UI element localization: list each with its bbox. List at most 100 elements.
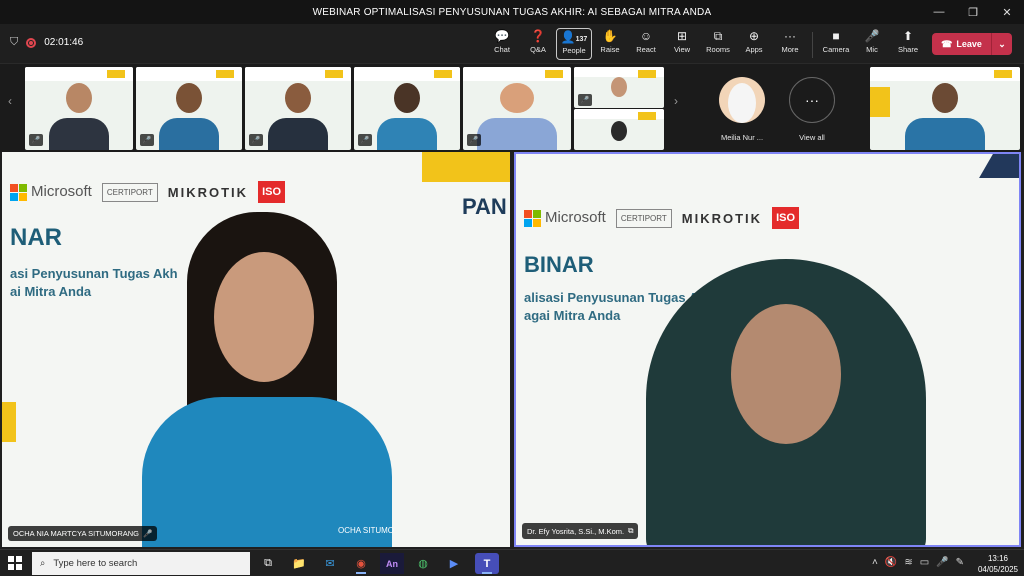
volume-muted-icon[interactable]: 🔇 (885, 557, 897, 568)
slide-banner (574, 67, 664, 78)
participant-body (377, 118, 437, 150)
system-tray: ˄ 🔇 ≋ ▭ 🎤 ✎ (872, 557, 964, 568)
leave-options-caret[interactable]: ⌄ (992, 39, 1012, 50)
chat-button[interactable]: 💬 Chat (484, 28, 520, 60)
minimize-button[interactable]: — (922, 0, 956, 24)
react-button[interactable]: ☺ React (628, 28, 664, 60)
camera-icon: ■ (832, 29, 840, 43)
close-button[interactable]: ✕ (990, 0, 1024, 24)
taskbar-search[interactable]: ⌕ Type here to search (32, 552, 250, 575)
participant-body (159, 118, 219, 150)
view-all-button[interactable]: ··· View all (772, 67, 852, 150)
apps-button[interactable]: ⊕ Apps (736, 28, 772, 60)
qa-icon: ❓ (530, 29, 546, 43)
speaker-name-tag: Dr. Efy Yosrita, S.Si., M.Kom. ⧉ (522, 523, 639, 539)
apps-label: Apps (745, 45, 763, 54)
participant-tile[interactable]: 🎤 (354, 67, 460, 150)
rooms-button[interactable]: ⧉ Rooms (700, 28, 736, 60)
gallery-next-arrow[interactable]: › (674, 94, 678, 108)
participant-avatar-tile[interactable]: Meilia Nur ... (702, 67, 782, 150)
mic-muted-icon: 🎤 (467, 134, 481, 146)
slide-banner (463, 67, 571, 81)
avatar (719, 77, 765, 123)
browser-icon[interactable]: ◍ (411, 553, 435, 574)
mic-muted-icon: 🎤 (140, 134, 154, 146)
meeting-status: ⛉ 02:01:46 (10, 36, 83, 49)
leave-main[interactable]: ☎ Leave (932, 33, 992, 55)
animate-icon[interactable]: An (380, 553, 404, 574)
chevron-up-icon[interactable]: ˄ (872, 557, 878, 568)
participant-tile[interactable]: 🎤 (136, 67, 242, 150)
slide-title: NAR (10, 224, 62, 251)
participant-tile[interactable] (574, 109, 664, 150)
qa-label: Q&A (530, 45, 546, 54)
search-placeholder: Type here to search (53, 558, 138, 569)
gallery-prev-arrow[interactable]: ‹ (8, 94, 12, 108)
slide-decoration (870, 87, 890, 117)
iso-logo: ISO (258, 181, 286, 203)
slide-subtitle-1: asi Penyusunan Tugas Akh (10, 266, 178, 281)
media-app-icon[interactable]: ▶ (442, 553, 466, 574)
mic-tray-icon[interactable]: 🎤 (936, 557, 948, 568)
participant-video (176, 83, 202, 113)
speaker-video-right[interactable]: Microsoft CERTIPORT MIKROTIK ISO BINAR a… (514, 152, 1021, 547)
slide-banner (574, 109, 664, 120)
teams-icon[interactable]: T (475, 553, 499, 574)
mikrotik-logo: MIKROTIK (167, 184, 249, 200)
slide-banner (245, 67, 351, 81)
phone-icon: ☎ (941, 38, 953, 49)
qa-button[interactable]: ❓ Q&A (520, 28, 556, 60)
taskbar-clock[interactable]: 13:16 04/05/2025 (978, 553, 1018, 575)
more-label: More (781, 45, 799, 54)
people-icon: 👤137 (561, 29, 588, 46)
people-button[interactable]: 👤137 People (556, 28, 592, 60)
grid-icon: ⊞ (676, 29, 688, 43)
participant-body (49, 118, 109, 150)
participant-video (285, 83, 311, 113)
participant-video (394, 83, 420, 113)
maximize-button[interactable]: ❐ (956, 0, 990, 24)
speaker-shirt (142, 397, 392, 547)
windows-start-icon[interactable] (8, 556, 22, 570)
chat-icon: 💬 (494, 29, 510, 43)
speaker-video-left[interactable]: Microsoft CERTIPORT MIKROTIK ISO PAN NAR… (2, 152, 510, 547)
raise-hand-icon: ✋ (602, 29, 618, 43)
chrome-icon[interactable]: ◉ (349, 553, 373, 574)
ellipsis-icon: ··· (784, 29, 796, 43)
meeting-toolbar: ⛉ 02:01:46 💬 Chat ❓ Q&A 👤137 People ✋ Ra… (0, 24, 1024, 64)
mic-muted-icon: 🎤 (249, 134, 263, 146)
participant-tile[interactable]: 🎤 (25, 67, 133, 150)
participant-tile[interactable]: 🎤 (245, 67, 351, 150)
mail-icon[interactable]: ✉ (318, 553, 342, 574)
participant-tile[interactable]: 🎤 (463, 67, 571, 150)
camera-button[interactable]: ■ Camera (818, 28, 854, 60)
sponsor-logos: Microsoft CERTIPORT MIKROTIK ISO (516, 198, 1019, 238)
task-view-icon[interactable]: ⧉ (256, 553, 280, 574)
mic-button[interactable]: 🎤 Mic (854, 28, 890, 60)
more-button[interactable]: ··· More (772, 28, 808, 60)
battery-icon[interactable]: ▭ (920, 557, 929, 568)
certiport-logo: CERTIPORT (615, 208, 672, 228)
people-count-badge: 137 (575, 36, 588, 43)
participant-video (932, 83, 958, 113)
self-view-tile[interactable] (870, 67, 1020, 150)
wifi-icon[interactable]: ≋ (904, 557, 912, 568)
slide-decoration (422, 152, 510, 182)
view-all-label: View all (799, 133, 825, 142)
file-explorer-icon[interactable]: 📁 (287, 553, 311, 574)
speaker-face (214, 252, 314, 382)
mic-muted-icon: 🎤 (29, 134, 43, 146)
raise-hand-button[interactable]: ✋ Raise (592, 28, 628, 60)
clock-time: 13:16 (987, 554, 1008, 563)
participant-tile[interactable]: 🎤 (574, 67, 664, 108)
pen-icon[interactable]: ✎ (956, 557, 964, 568)
shirt-text: OCHA SITUMO (338, 526, 395, 535)
smiley-icon: ☺ (639, 29, 653, 43)
slide-corner-text: PAN (462, 194, 507, 219)
chat-label: Chat (494, 45, 510, 54)
share-button[interactable]: ⬆ Share (890, 28, 926, 60)
screen-share-icon: ⧉ (628, 526, 634, 535)
leave-button[interactable]: ☎ Leave ⌄ (932, 33, 1012, 55)
view-button[interactable]: ⊞ View (664, 28, 700, 60)
plus-icon: ⊕ (748, 29, 760, 43)
